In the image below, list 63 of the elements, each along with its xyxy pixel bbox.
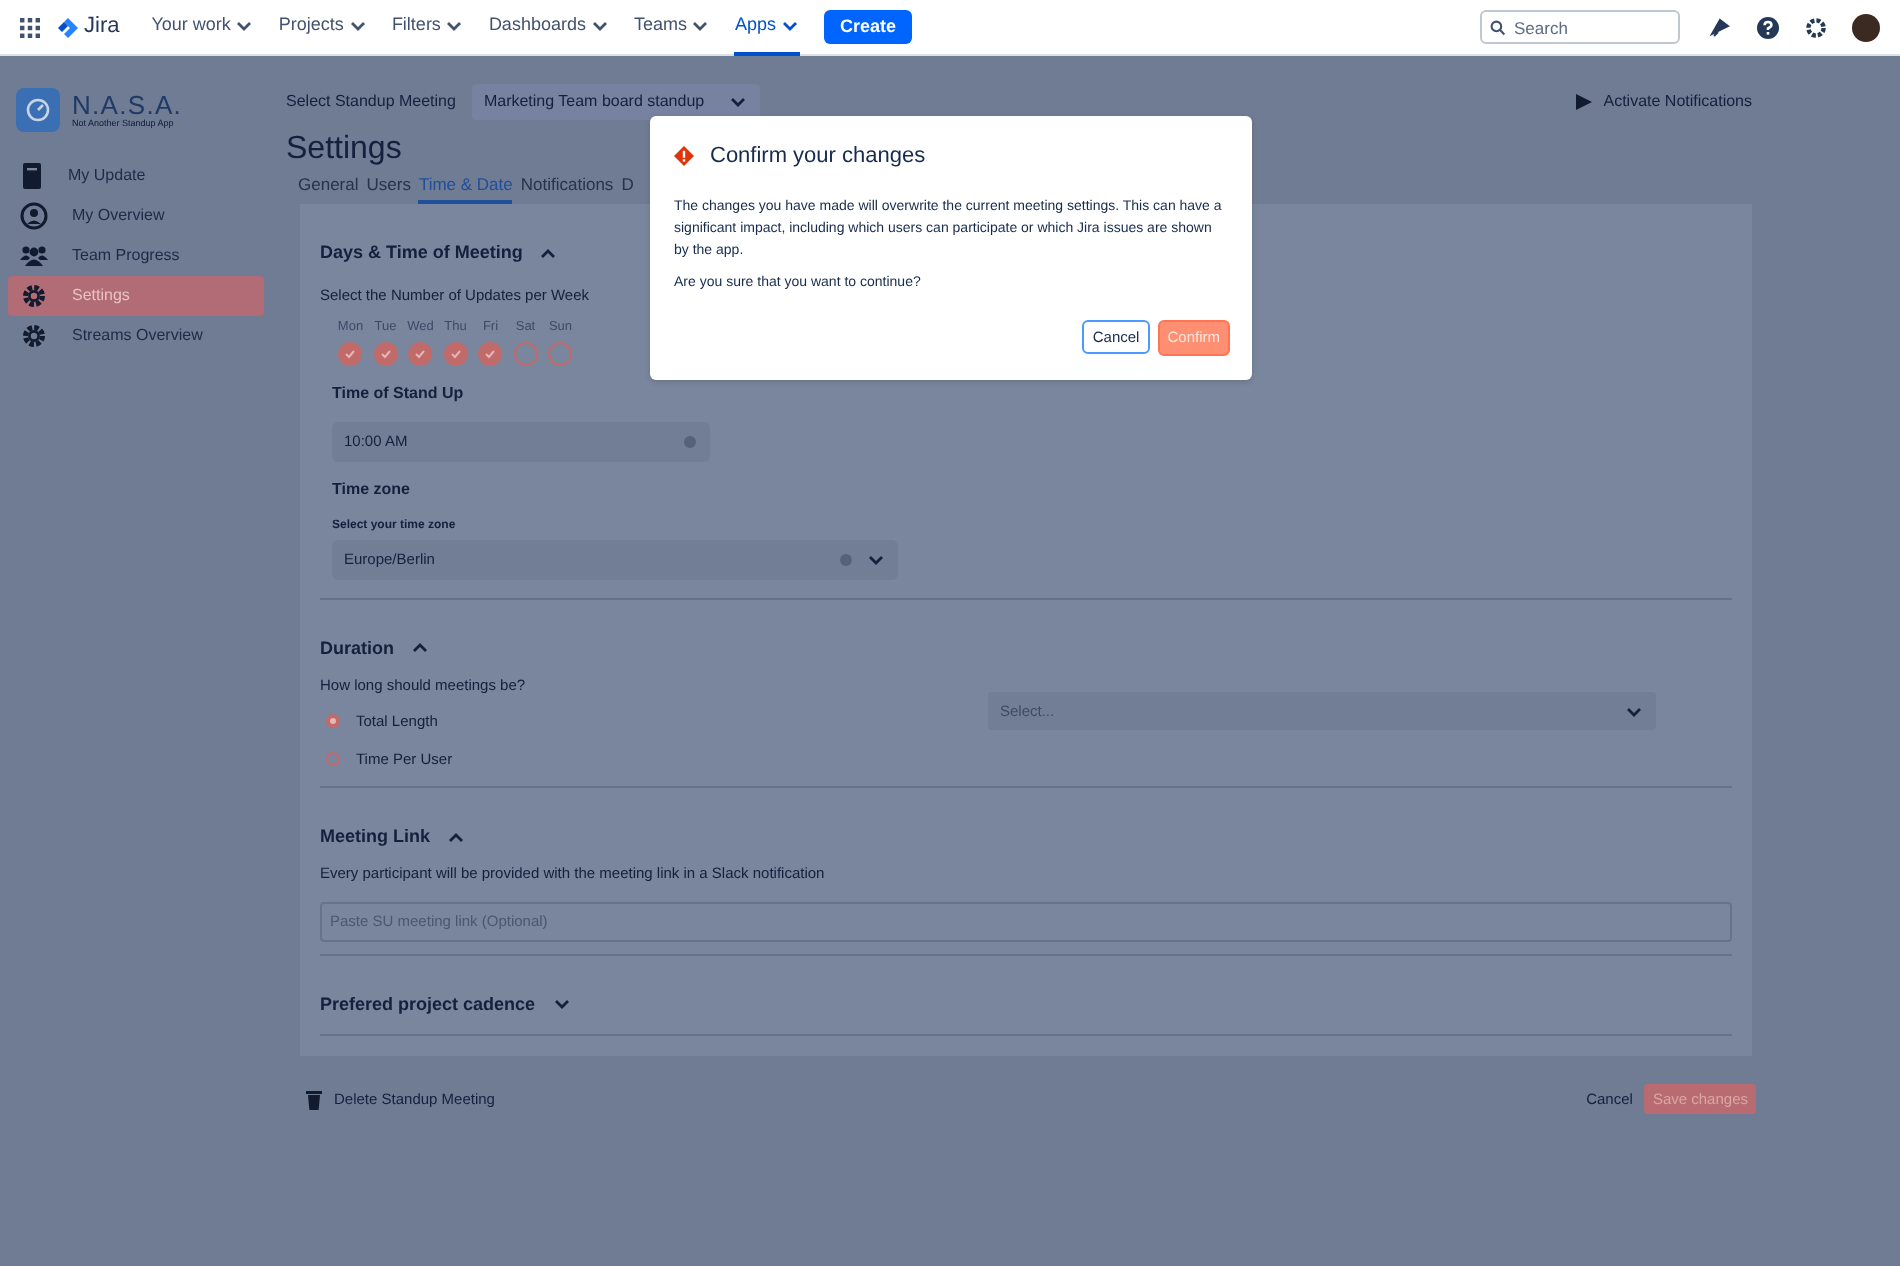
sidebar-item[interactable]: My Overview [8,196,264,236]
sidebar-item[interactable]: Team Progress [8,236,264,276]
settings-tab[interactable]: D [621,170,634,204]
weekday-checkbox[interactable] [513,341,538,365]
field-label: Time of Stand Up [332,381,466,405]
section-heading: Duration [320,635,394,661]
section-heading: Days & Time of Meeting [320,240,523,266]
meeting-select-label: Select Standup Meeting [286,90,456,114]
checkmark-icon [484,347,497,359]
checkmark-icon [379,347,392,359]
app-logo-title: N.A.S.A. [72,91,183,118]
section-heading: Meeting Link [320,823,431,850]
settings-icon[interactable] [1804,15,1828,39]
page-title: Settings [286,130,402,170]
clear-icon [838,551,854,567]
settings-icon [20,322,48,350]
weekday-checkbox[interactable] [338,341,363,365]
checkmark-icon [344,347,357,359]
checkmark-icon [414,347,427,359]
meeting-select-dropdown[interactable]: Marketing Team board standup [471,84,761,120]
create-button[interactable]: Create [824,10,913,44]
weekday-checkbox[interactable] [443,341,468,365]
jira-logo-icon[interactable] [56,15,80,39]
chevron-down-icon [728,92,749,112]
clock-icon [682,433,698,449]
nav-menu-item[interactable]: Apps [734,0,800,55]
warning-icon [674,146,694,167]
sidebar-item[interactable]: My Update [8,156,264,196]
sidebar-item[interactable]: Settings [8,276,264,316]
sidebar-item[interactable]: Streams Overview [8,316,264,356]
settings-tab[interactable]: Users [366,170,411,204]
nav-menu-item[interactable]: Teams [633,0,711,55]
weekday-checkbox[interactable] [408,341,433,365]
dialog-title: Confirm your changes [710,142,926,172]
person-icon [20,202,48,230]
nav-menu-item[interactable]: Projects [278,0,368,55]
section-heading: Prefered project cadence [320,991,536,1018]
field-label: Time zone [332,477,412,501]
help-icon[interactable] [1756,15,1780,39]
search-field[interactable]: Search [1480,10,1680,44]
avatar[interactable] [1852,13,1880,41]
checkmark-icon [449,347,462,359]
search-icon [1490,19,1506,35]
weekday-checkbox[interactable] [478,341,503,365]
settings-tab[interactable]: General [298,170,359,204]
product-name[interactable]: Jira [84,10,120,44]
radio-button[interactable] [326,714,340,729]
weekday-checkbox[interactable] [373,341,398,365]
app-logo-icon [16,88,60,132]
weekday-checkbox[interactable] [548,341,573,365]
nav-menu-item[interactable]: Dashboards [488,0,610,55]
app-grid-icon[interactable] [20,17,40,37]
play-icon [1575,94,1592,110]
people-icon [20,242,48,270]
settings-tab[interactable]: Notifications [520,170,614,204]
settings-icon [20,282,48,310]
activate-notifications-button[interactable]: Activate Notifications [1575,90,1752,114]
notebook-icon [20,162,44,190]
nav-menu-item[interactable]: Your work [151,0,255,55]
nav-menu-item[interactable]: Filters [391,0,465,55]
radio-button[interactable] [326,751,340,766]
notifications-icon[interactable] [1708,15,1732,39]
trash-icon [306,1089,322,1109]
